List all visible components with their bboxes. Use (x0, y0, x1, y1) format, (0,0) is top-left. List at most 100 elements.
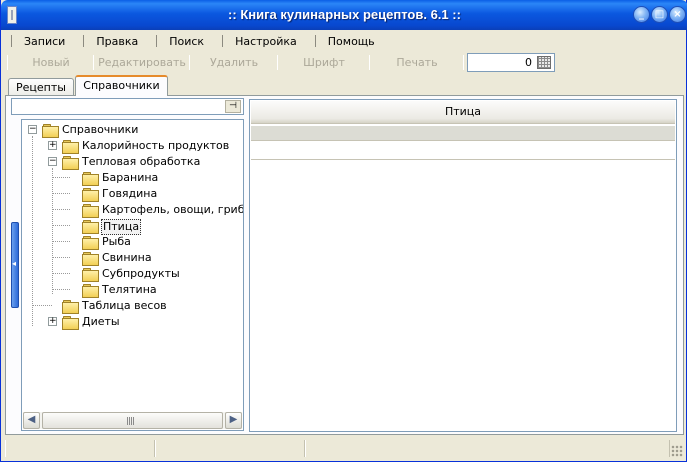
folder-icon (62, 156, 79, 170)
tree-node-label: Субпродукты (102, 267, 180, 280)
close-button[interactable]: × (669, 6, 686, 23)
folder-icon (82, 172, 99, 186)
tree-node[interactable]: Картофель, овощи, грибы (22, 202, 244, 218)
font-button[interactable]: Шрифт (279, 52, 369, 73)
toolbar-divider (93, 55, 94, 70)
delete-button[interactable]: Удалить (191, 52, 277, 73)
folder-icon (82, 252, 99, 266)
folder-icon (82, 188, 99, 202)
tree-node-label: Рыба (102, 235, 131, 248)
folder-icon (82, 284, 99, 298)
menu-edit[interactable]: Правка (92, 33, 142, 50)
reference-tree[interactable]: ◀ ▶ − Справочники + Калорийность продуктов −… (21, 119, 244, 431)
status-cell (305, 440, 670, 457)
pin-icon: ⊣ (229, 101, 237, 111)
status-cell (5, 440, 155, 457)
app-window: :: Книга кулинарных рецептов. 6.1 :: _ □… (0, 0, 687, 462)
tree-node-label: Телятина (102, 283, 157, 296)
folder-icon (42, 124, 59, 138)
tree-node[interactable]: − Тепловая обработка (22, 154, 242, 170)
grip-icon (127, 417, 135, 425)
menu-records[interactable]: Записи (20, 33, 69, 50)
tree-node-label: Таблица весов (82, 299, 167, 312)
folder-icon (62, 316, 79, 330)
collapse-icon[interactable]: − (28, 125, 37, 134)
resize-grip-icon[interactable] (671, 445, 683, 457)
counter-value: 0 (525, 56, 532, 69)
table-row[interactable] (251, 142, 675, 160)
menu-separator (222, 35, 224, 47)
tree-pane: ⊣ ◀ ▶ − Справочники + Калорийность продукто… (11, 97, 244, 432)
tree-node-label: Говядина (102, 187, 158, 200)
tree-node[interactable]: Таблица весов (22, 298, 242, 314)
tree-node-label: Справочники (62, 123, 139, 136)
tab-references[interactable]: Справочники (75, 75, 168, 96)
detail-grid: Птица (249, 99, 677, 432)
window-title: :: Книга кулинарных рецептов. 6.1 :: (228, 7, 461, 22)
edit-button[interactable]: Редактировать (95, 52, 189, 73)
folder-icon (82, 220, 99, 234)
folder-icon (62, 300, 79, 314)
menu-settings[interactable]: Настройка (231, 33, 301, 50)
menu-separator (156, 35, 158, 47)
menu-help[interactable]: Помощь (324, 33, 379, 50)
print-button[interactable]: Печать (371, 52, 463, 73)
tree-node[interactable]: Субпродукты (22, 266, 242, 282)
maximize-icon: □ (654, 9, 665, 20)
tree-node[interactable]: Баранина (22, 170, 242, 186)
calculator-icon[interactable] (537, 56, 551, 69)
counter-field[interactable]: 0 (467, 53, 555, 72)
tree-node-label: Калорийность продуктов (82, 139, 230, 152)
tree-node-label: Тепловая обработка (82, 155, 201, 168)
menu-search[interactable]: Поиск (165, 33, 208, 50)
menu-separator (314, 35, 316, 47)
status-cell (155, 440, 305, 457)
minimize-button[interactable]: _ (633, 6, 650, 23)
tree-node[interactable]: Рыба (22, 234, 242, 250)
title-bar[interactable]: :: Книга кулинарных рецептов. 6.1 :: _ □… (1, 0, 687, 30)
tree-hscrollbar[interactable]: ◀ ▶ (23, 412, 242, 429)
scroll-right-button[interactable]: ▶ (225, 412, 242, 429)
arrow-left-icon: ◀ (27, 414, 36, 425)
folder-icon (82, 236, 99, 250)
tree-node-label: Свинина (102, 251, 152, 264)
tree-node[interactable]: − Справочники (22, 122, 242, 138)
folder-icon (82, 268, 99, 282)
grid-column-header[interactable]: Птица (251, 101, 675, 124)
collapse-icon[interactable]: − (48, 157, 57, 166)
toolbar-divider (189, 55, 190, 70)
toolbar: Новый Редактировать Удалить Шрифт Печать… (5, 52, 684, 73)
status-bar (5, 438, 684, 458)
tree-node[interactable]: Телятина (22, 282, 242, 298)
toolbar-divider (277, 55, 278, 70)
menu-separator (11, 35, 12, 47)
tree-node[interactable]: + Калорийность продуктов (22, 138, 242, 154)
maximize-button[interactable]: □ (651, 6, 668, 23)
toolbar-divider (369, 55, 370, 70)
tree-node-label: Птица (101, 219, 142, 235)
tree-node[interactable]: Говядина (22, 186, 242, 202)
scroll-left-button[interactable]: ◀ (23, 412, 40, 429)
tree-node[interactable]: Птица (22, 218, 242, 235)
folder-icon (82, 204, 99, 218)
tree-node-label: Картофель, овощи, грибы (102, 203, 244, 216)
menu-bar: Записи Правка Поиск Настройка Помощь (5, 31, 684, 51)
expand-icon[interactable]: + (48, 317, 57, 326)
toolbar-divider (7, 55, 8, 70)
tree-node-label: Диеты (82, 315, 120, 328)
menu-separator (83, 35, 85, 47)
pin-button[interactable]: ⊣ (225, 100, 241, 113)
minimize-icon: _ (639, 9, 644, 20)
new-button[interactable]: Новый (9, 52, 93, 73)
tree-node[interactable]: Свинина (22, 250, 242, 266)
pane-header: ⊣ (11, 98, 244, 115)
arrow-right-icon: ▶ (229, 414, 238, 425)
tree-node[interactable]: + Диеты (22, 314, 242, 330)
expand-icon[interactable]: + (48, 141, 57, 150)
folder-icon (62, 140, 79, 154)
scroll-thumb[interactable] (42, 412, 223, 429)
toolbar-divider (463, 55, 464, 70)
close-icon: × (673, 9, 682, 20)
tree-node-label: Баранина (102, 171, 159, 184)
grid-subheader (251, 126, 675, 141)
